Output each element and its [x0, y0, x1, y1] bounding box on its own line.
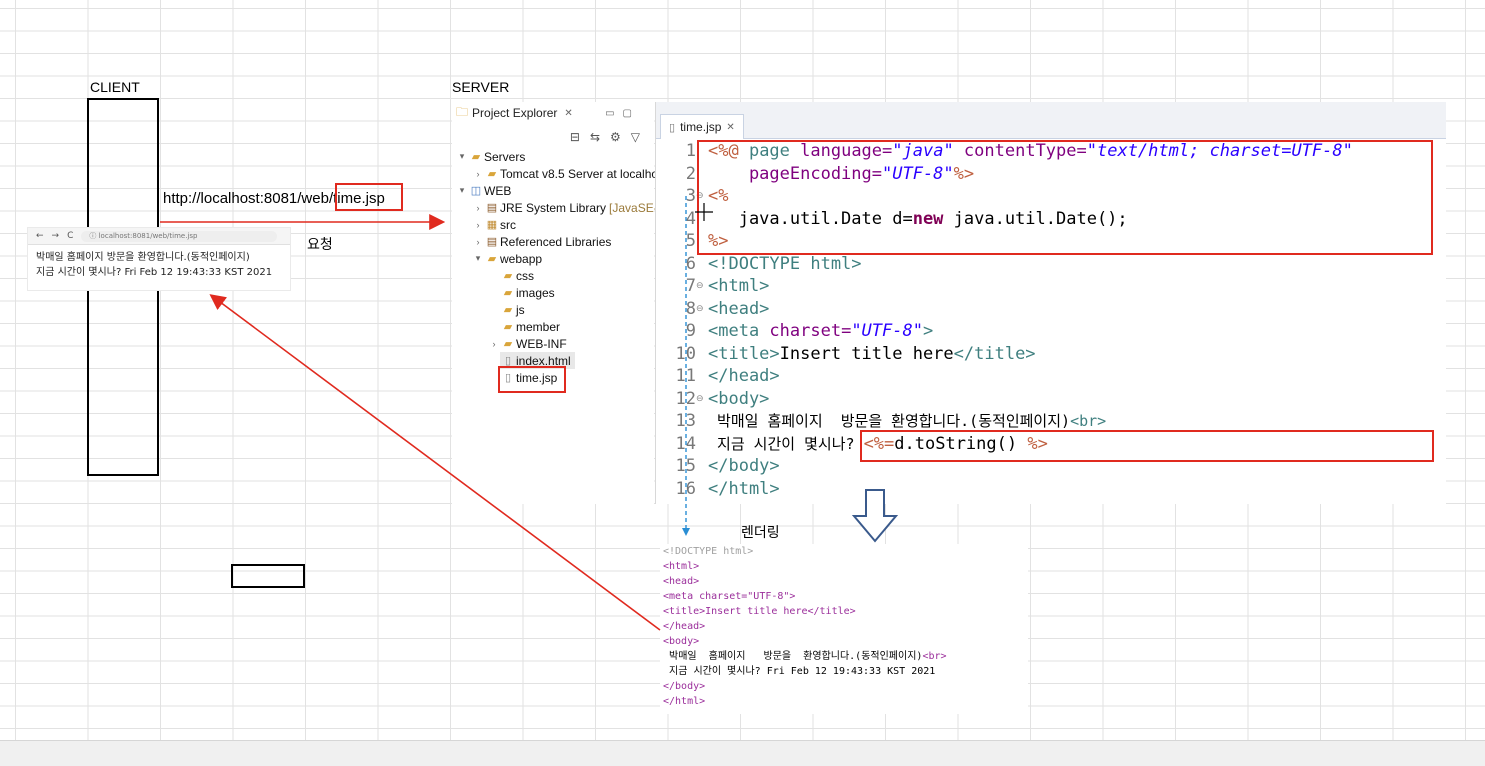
dashed-arrow-head	[682, 528, 690, 536]
response-arrow	[209, 294, 661, 631]
move-cursor-icon	[695, 203, 713, 221]
rendering-down-arrow-icon	[851, 489, 899, 543]
bottom-status-bar	[0, 740, 1485, 766]
annotation-arrows	[160, 196, 899, 631]
